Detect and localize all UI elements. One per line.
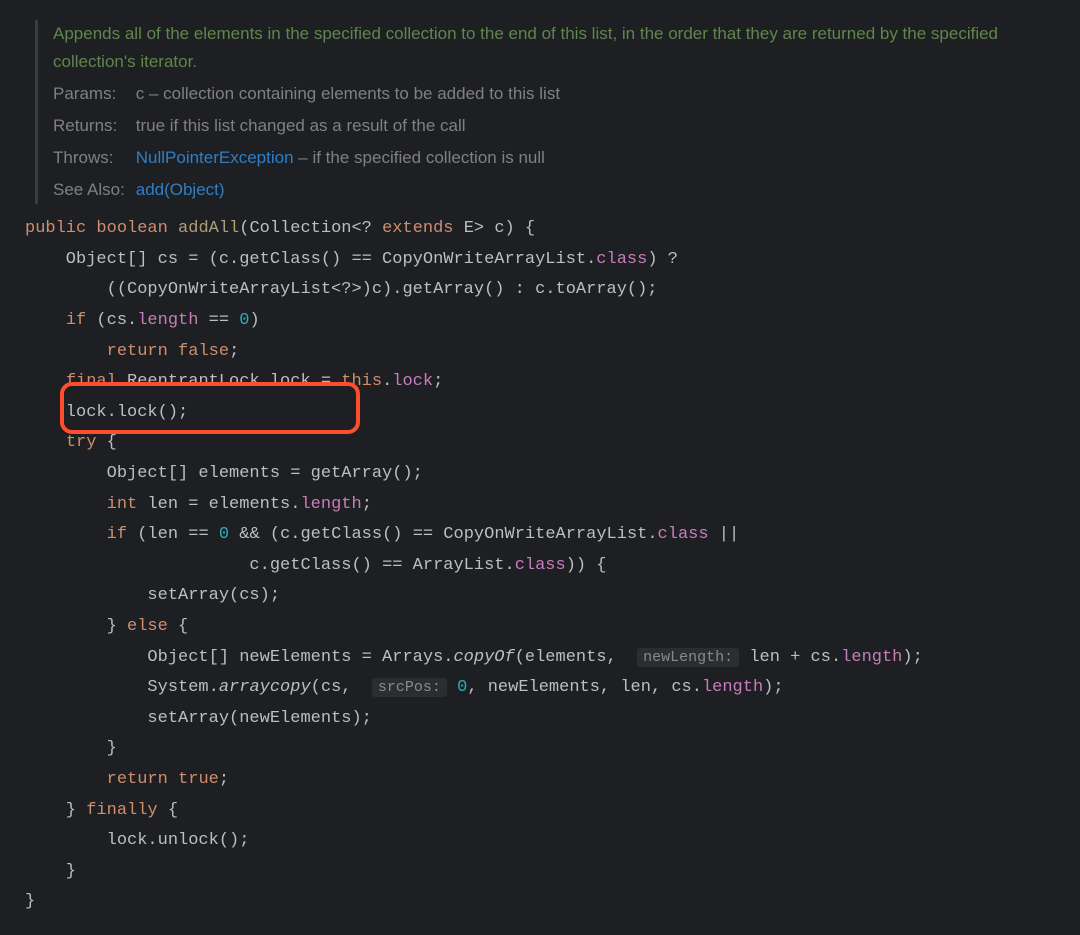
code-line-7[interactable]: lock.lock(); [25, 398, 1055, 429]
javadoc-returns-desc: true if this list changed as a result of… [136, 116, 466, 135]
code-line-14[interactable]: } else { [25, 612, 1055, 643]
javadoc-throws-label: Throws: [53, 144, 131, 172]
javadoc-params-label: Params: [53, 80, 131, 108]
javadoc-throws: Throws: NullPointerException – if the sp… [53, 144, 1055, 172]
code-line-18[interactable]: } [25, 734, 1055, 765]
code-line-19[interactable]: return true; [25, 765, 1055, 796]
code-line-8[interactable]: try { [25, 428, 1055, 459]
inlay-hint-newlength: newLength: [637, 648, 739, 667]
code-line-4[interactable]: if (cs.length == 0) [25, 306, 1055, 337]
javadoc-params: Params: c – collection containing elemen… [53, 80, 1055, 108]
code-line-13[interactable]: setArray(cs); [25, 581, 1055, 612]
code-line-16[interactable]: System.arraycopy(cs, srcPos: 0, newEleme… [25, 673, 1055, 704]
code-line-2[interactable]: Object[] cs = (c.getClass() == CopyOnWri… [25, 245, 1055, 276]
code-line-22[interactable]: } [25, 857, 1055, 888]
javadoc-description: Appends all of the elements in the speci… [53, 20, 1055, 76]
javadoc-seealso-label: See Also: [53, 176, 131, 204]
code-line-5[interactable]: return false; [25, 337, 1055, 368]
inlay-hint-srcpos: srcPos: [372, 678, 447, 697]
code-line-12[interactable]: c.getClass() == ArrayList.class)) { [25, 551, 1055, 582]
code-line-6[interactable]: final ReentrantLock lock = this.lock; [25, 367, 1055, 398]
javadoc-throws-link[interactable]: NullPointerException [136, 148, 294, 167]
code-line-9[interactable]: Object[] elements = getArray(); [25, 459, 1055, 490]
code-line-3[interactable]: ((CopyOnWriteArrayList<?>)c).getArray() … [25, 275, 1055, 306]
javadoc-returns: Returns: true if this list changed as a … [53, 112, 1055, 140]
code-editor[interactable]: public boolean addAll(Collection<? exten… [25, 214, 1055, 918]
code-line-23[interactable]: } [25, 887, 1055, 918]
code-line-15[interactable]: Object[] newElements = Arrays.copyOf(ele… [25, 643, 1055, 674]
javadoc-seealso-link[interactable]: add(Object) [136, 180, 225, 199]
code-line-21[interactable]: lock.unlock(); [25, 826, 1055, 857]
code-line-20[interactable]: } finally { [25, 796, 1055, 827]
code-line-11[interactable]: if (len == 0 && (c.getClass() == CopyOnW… [25, 520, 1055, 551]
code-line-17[interactable]: setArray(newElements); [25, 704, 1055, 735]
javadoc-block: Appends all of the elements in the speci… [35, 20, 1055, 204]
javadoc-returns-label: Returns: [53, 112, 131, 140]
javadoc-params-desc: – collection containing elements to be a… [149, 84, 560, 103]
code-line-1[interactable]: public boolean addAll(Collection<? exten… [25, 214, 1055, 245]
javadoc-params-name: c [136, 84, 145, 103]
code-line-10[interactable]: int len = elements.length; [25, 490, 1055, 521]
javadoc-seealso: See Also: add(Object) [53, 176, 1055, 204]
javadoc-throws-desc: – if the specified collection is null [298, 148, 545, 167]
